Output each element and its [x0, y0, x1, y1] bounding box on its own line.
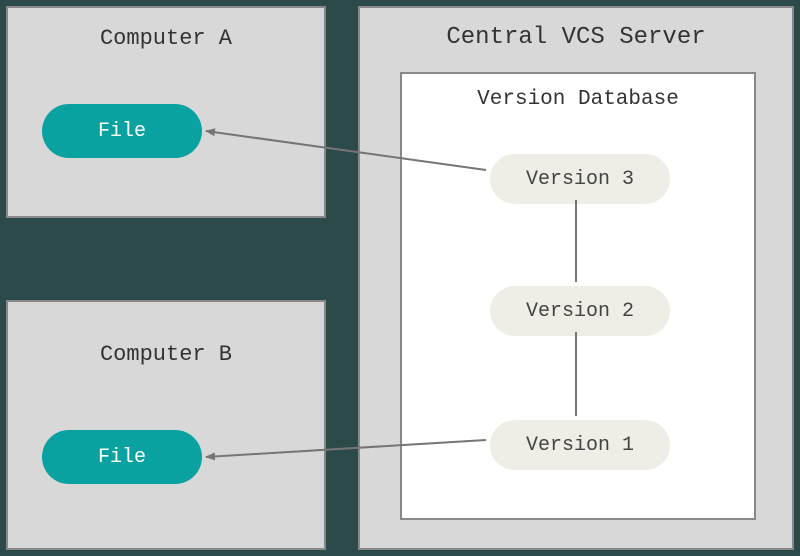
- version-pill-2: Version 2: [490, 286, 670, 336]
- version-1-label: Version 1: [526, 434, 634, 457]
- version-database-box: Version Database Version 3 Version 2 Ver…: [400, 72, 756, 520]
- computer-b-title: Computer B: [8, 302, 324, 367]
- server-title: Central VCS Server: [360, 8, 792, 51]
- computer-a-box: Computer A File: [6, 6, 326, 218]
- version-pill-1: Version 1: [490, 420, 670, 470]
- computer-a-file-label: File: [98, 120, 146, 143]
- version-3-label: Version 3: [526, 168, 634, 191]
- computer-b-file-pill: File: [42, 430, 202, 484]
- computer-a-file-pill: File: [42, 104, 202, 158]
- computer-b-box: Computer B File: [6, 300, 326, 550]
- computer-a-title: Computer A: [8, 8, 324, 51]
- version-database-title: Version Database: [402, 74, 754, 111]
- server-box: Central VCS Server Version Database Vers…: [358, 6, 794, 550]
- version-pill-3: Version 3: [490, 154, 670, 204]
- computer-b-file-label: File: [98, 446, 146, 469]
- version-2-label: Version 2: [526, 300, 634, 323]
